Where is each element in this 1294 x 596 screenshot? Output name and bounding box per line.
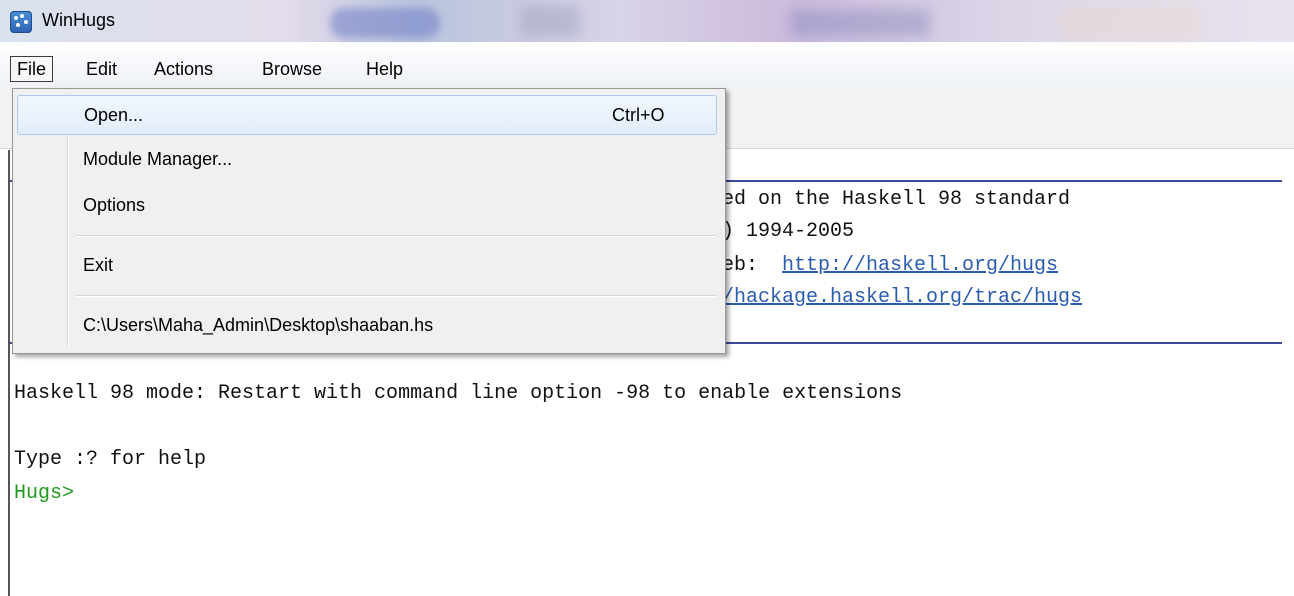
menu-help[interactable]: Help (360, 56, 409, 82)
menu-edit[interactable]: Edit (80, 56, 123, 82)
module-manager-menu-item[interactable]: Module Manager... (17, 139, 717, 179)
banner-line-3-prefix: eb: (722, 254, 771, 277)
banner-line-2: ) 1994-2005 (722, 220, 855, 243)
module-manager-label: Module Manager... (83, 149, 233, 169)
winhugs-app-icon[interactable] (10, 11, 32, 33)
exit-label: Exit (83, 255, 114, 275)
banner-line-1: ed on the Haskell 98 standard (722, 188, 1071, 211)
help-line: Type :? for help (14, 448, 207, 471)
title-bar: WinHugs (0, 0, 1294, 42)
menu-file[interactable]: File (10, 56, 54, 82)
open-shortcut: Ctrl+O (612, 105, 665, 125)
exit-menu-item[interactable]: Exit (17, 245, 717, 285)
menu-separator (75, 235, 717, 237)
hugs-homepage-link[interactable]: http://haskell.org/hugs (782, 254, 1058, 277)
recent-file-label: C:\Users\Maha_Admin\Desktop\shaaban.hs (83, 315, 434, 335)
window-title: WinHugs (42, 10, 116, 30)
menu-separator (75, 295, 717, 297)
mode-line: Haskell 98 mode: Restart with command li… (14, 382, 903, 405)
options-label: Options (83, 195, 146, 215)
recent-file-menu-item[interactable]: C:\Users\Maha_Admin\Desktop\shaaban.hs (17, 305, 717, 345)
menu-actions[interactable]: Actions (148, 56, 219, 82)
menu-browse[interactable]: Browse (256, 56, 328, 82)
menu-bar: File Edit Actions Browse Help (0, 52, 1294, 87)
trac-hugs-link[interactable]: /hackage.haskell.org/trac/hugs (722, 286, 1082, 309)
file-menu-dropdown: Open... Ctrl+O Module Manager... Options… (12, 88, 726, 354)
open-menu-item[interactable]: Open... Ctrl+O (17, 95, 717, 135)
options-menu-item[interactable]: Options (17, 185, 717, 225)
hugs-prompt[interactable]: Hugs> (14, 482, 74, 505)
open-label: Open... (84, 105, 144, 125)
